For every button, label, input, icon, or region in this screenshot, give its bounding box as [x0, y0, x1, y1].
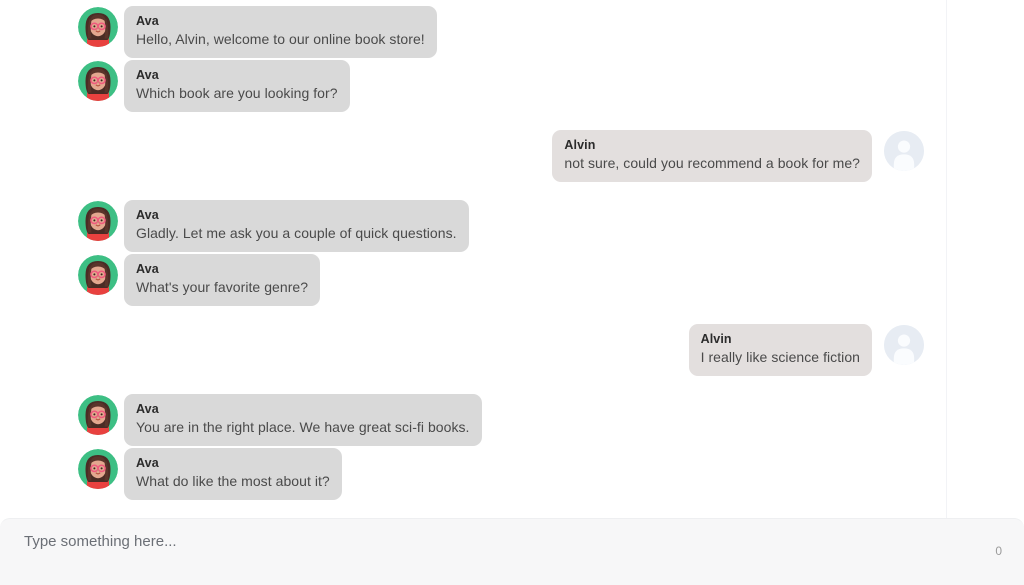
- message-sender: Ava: [136, 14, 159, 28]
- user-message-row: Alvin I really like science fiction: [0, 324, 946, 376]
- bot-message-row: Ava What's your favorite genre?: [0, 254, 946, 306]
- message-text: What do like the most about it?: [136, 473, 330, 489]
- woman-with-glasses-avatar: [78, 255, 118, 295]
- chat-application: Ava Hello, Alvin, welcome to our online b…: [0, 0, 1024, 585]
- message-group-spacer: [0, 378, 946, 394]
- message-text: You are in the right place. We have grea…: [136, 419, 470, 435]
- woman-with-glasses-avatar: [78, 395, 118, 435]
- message-input[interactable]: [24, 531, 984, 575]
- message-bubble: Ava Which book are you looking for?: [124, 60, 350, 112]
- woman-with-glasses-avatar: [78, 449, 118, 489]
- message-sender: Ava: [136, 208, 159, 222]
- bot-message-row: Ava Hello, Alvin, welcome to our online b…: [0, 6, 946, 58]
- message-bubble: Ava What's your favorite genre?: [124, 254, 321, 306]
- message-text: I really like science fiction: [700, 349, 860, 365]
- message-list[interactable]: Ava Hello, Alvin, welcome to our online b…: [0, 0, 947, 518]
- message-sender: Ava: [136, 402, 159, 416]
- bot-message-row: Ava Gladly. Let me ask you a couple of qu…: [0, 200, 946, 252]
- person-silhouette-avatar: [884, 131, 924, 171]
- bot-message-row: Ava You are in the right place. We have g…: [0, 394, 946, 446]
- message-sender: Alvin: [700, 332, 732, 346]
- message-bubble: Ava Hello, Alvin, welcome to our online b…: [124, 6, 437, 58]
- woman-with-glasses-avatar: [78, 7, 118, 47]
- message-text: not sure, could you recommend a book for…: [564, 155, 860, 171]
- message-sender: Ava: [136, 456, 159, 470]
- message-group-spacer: [0, 308, 946, 324]
- character-counter: 0: [995, 544, 1002, 558]
- user-message-row: Alvin not sure, could you recommend a boo…: [0, 130, 946, 182]
- message-bubble: Ava You are in the right place. We have g…: [124, 394, 482, 446]
- message-text: Hello, Alvin, welcome to our online book…: [136, 31, 425, 47]
- message-group-spacer: [0, 184, 946, 200]
- message-bubble: Alvin not sure, could you recommend a boo…: [552, 130, 872, 182]
- message-composer[interactable]: 0: [0, 518, 1024, 585]
- message-text: Gladly. Let me ask you a couple of quick…: [136, 225, 457, 241]
- message-sender: Ava: [136, 68, 159, 82]
- message-sender: Alvin: [564, 138, 596, 152]
- message-group-spacer: [0, 502, 946, 518]
- message-sender: Ava: [136, 262, 159, 276]
- bot-message-row: Ava What do like the most about it?: [0, 448, 946, 500]
- bot-message-row: Ava Which book are you looking for?: [0, 60, 946, 112]
- woman-with-glasses-avatar: [78, 61, 118, 101]
- message-group-spacer: [0, 114, 946, 130]
- message-text: What's your favorite genre?: [136, 279, 309, 295]
- message-bubble: Ava Gladly. Let me ask you a couple of qu…: [124, 200, 469, 252]
- message-bubble: Alvin I really like science fiction: [688, 324, 872, 376]
- person-silhouette-avatar: [884, 325, 924, 365]
- message-bubble: Ava What do like the most about it?: [124, 448, 342, 500]
- message-text: Which book are you looking for?: [136, 85, 338, 101]
- woman-with-glasses-avatar: [78, 201, 118, 241]
